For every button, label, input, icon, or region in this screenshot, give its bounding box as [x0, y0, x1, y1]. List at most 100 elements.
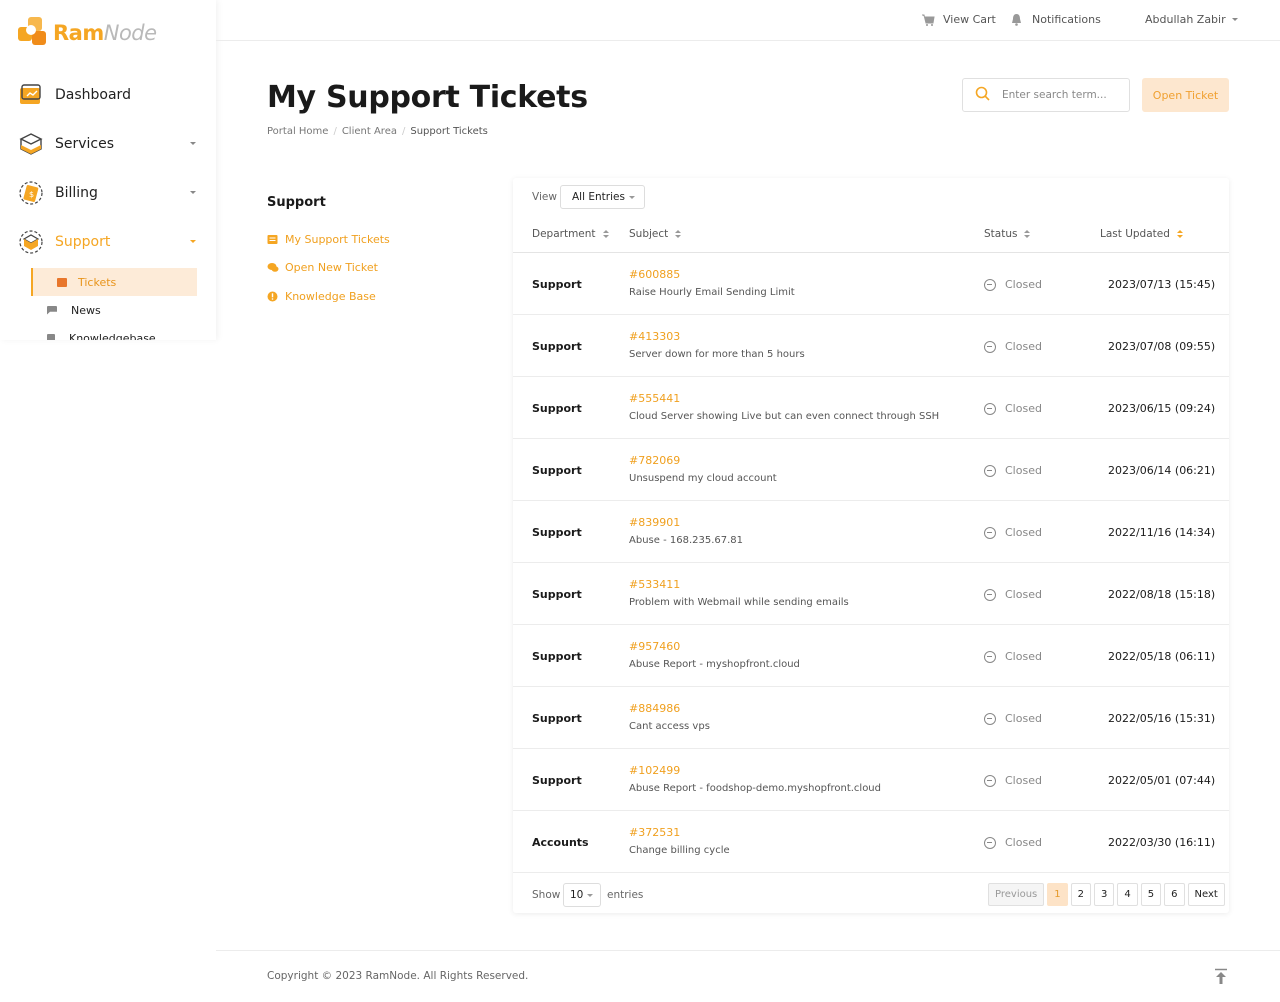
sidebar-item-support[interactable]: Support	[18, 227, 198, 257]
chevron-down-icon	[587, 894, 593, 897]
table-row[interactable]: Support #957460 Abuse Report - myshopfro…	[513, 625, 1229, 687]
chevron-down-icon	[190, 191, 196, 194]
logo-text: RamNode	[53, 21, 157, 45]
notifications-link[interactable]: Notifications	[1010, 13, 1101, 26]
status-badge: Closed	[984, 650, 1042, 663]
subnav-item-knowledgebase[interactable]: Knowledgebase	[31, 324, 197, 340]
top-bar: View Cart Notifications Abdullah Zabir	[216, 0, 1280, 41]
page-length-select[interactable]: 10	[563, 883, 601, 907]
support-icon	[18, 229, 44, 255]
status-badge: Closed	[984, 340, 1042, 353]
status-badge: Closed	[984, 774, 1042, 787]
sidebar-item-services[interactable]: Services	[18, 129, 198, 159]
ticket-id-link[interactable]: #533411	[629, 578, 680, 591]
minus-circle-icon	[984, 402, 996, 415]
table-row[interactable]: Support #600885 Raise Hourly Email Sendi…	[513, 253, 1229, 315]
status-badge: Closed	[984, 588, 1042, 601]
side-link-knowledge-base[interactable]: Knowledge Base	[267, 290, 376, 303]
sort-icon	[1176, 230, 1183, 238]
minus-circle-icon	[984, 712, 996, 725]
ticket-id-link[interactable]: #600885	[629, 268, 680, 281]
ticket-id-link[interactable]: #782069	[629, 454, 680, 467]
page-button-4[interactable]: 4	[1117, 883, 1138, 906]
ticket-id-link[interactable]: #413303	[629, 330, 680, 343]
page-button-6[interactable]: 6	[1164, 883, 1185, 906]
sort-icon	[1024, 230, 1031, 238]
table-row[interactable]: Support #102499 Abuse Report - foodshop-…	[513, 749, 1229, 811]
ticket-id-link[interactable]: #102499	[629, 764, 680, 777]
ticket-id-link[interactable]: #839901	[629, 516, 680, 529]
sidebar-item-billing[interactable]: $ Billing	[18, 178, 198, 208]
ticket-id-link[interactable]: #372531	[629, 826, 680, 839]
subnav-item-tickets[interactable]: Tickets	[31, 268, 197, 296]
minus-circle-icon	[984, 588, 996, 601]
table-row[interactable]: Support #884986 Cant access vps Closed 2…	[513, 687, 1229, 749]
search-icon	[975, 86, 990, 105]
status-badge: Closed	[984, 712, 1042, 725]
minus-circle-icon	[984, 340, 996, 353]
sidebar-item-dashboard[interactable]: Dashboard	[18, 80, 198, 110]
side-link-my-support-tickets[interactable]: My Support Tickets	[267, 233, 390, 246]
status-badge: Closed	[984, 278, 1042, 291]
dashboard-icon	[18, 82, 44, 108]
page-button-2[interactable]: 2	[1070, 883, 1092, 906]
ticket-id-link[interactable]: #555441	[629, 392, 680, 405]
inbox-icon	[57, 277, 67, 287]
ticket-list-icon	[267, 234, 278, 245]
copyright-text: Copyright © 2023 RamNode. All Rights Res…	[267, 970, 529, 982]
open-ticket-button[interactable]: Open Ticket	[1142, 78, 1229, 112]
column-header-subject[interactable]: Subject	[629, 228, 682, 240]
column-header-last-updated[interactable]: Last Updated	[1100, 228, 1183, 240]
minus-circle-icon	[984, 774, 996, 787]
sort-icon	[602, 230, 609, 238]
status-badge: Closed	[984, 464, 1042, 477]
page-title: My Support Tickets	[267, 80, 588, 115]
logo[interactable]: RamNode	[18, 17, 157, 49]
chevron-down-icon	[629, 196, 635, 199]
column-header-status[interactable]: Status	[984, 228, 1031, 240]
table-row[interactable]: Support #839901 Abuse - 168.235.67.81 Cl…	[513, 501, 1229, 563]
table-row[interactable]: Support #413303 Server down for more tha…	[513, 315, 1229, 377]
breadcrumb-portal-home[interactable]: Portal Home	[267, 126, 328, 137]
status-badge: Closed	[984, 836, 1042, 849]
search-box[interactable]	[962, 78, 1130, 112]
breadcrumb-separator: /	[333, 126, 337, 137]
page-button-3[interactable]: 3	[1094, 883, 1115, 906]
chevron-down-icon	[190, 240, 196, 243]
support-subnav: Tickets News Knowledgebase	[31, 268, 197, 340]
subnav-item-news[interactable]: News	[31, 296, 197, 324]
view-label: View	[532, 191, 557, 203]
ticket-id-link[interactable]: #957460	[629, 640, 680, 653]
user-menu[interactable]: Abdullah Zabir	[1145, 13, 1238, 26]
svg-text:$: $	[29, 190, 34, 199]
view-cart-link[interactable]: View Cart	[921, 13, 996, 26]
minus-circle-icon	[984, 278, 996, 291]
sidebar: RamNode Dashboard Services $ Billing Sup…	[0, 0, 216, 340]
table-row[interactable]: Support #533411 Problem with Webmail whi…	[513, 563, 1229, 625]
page-button-5[interactable]: 5	[1140, 883, 1162, 906]
ticket-id-link[interactable]: #884986	[629, 702, 680, 715]
page-button-1[interactable]: 1	[1047, 883, 1068, 906]
side-link-open-new-ticket[interactable]: Open New Ticket	[267, 261, 378, 274]
bell-icon	[1010, 13, 1023, 26]
table-row[interactable]: Support #782069 Unsuspend my cloud accou…	[513, 439, 1229, 501]
view-filter-select[interactable]: All Entries	[560, 185, 645, 209]
status-badge: Closed	[984, 402, 1042, 415]
ramnode-logo-icon	[18, 17, 50, 49]
table-row[interactable]: Support #555441 Cloud Server showing Liv…	[513, 377, 1229, 439]
breadcrumb-separator: /	[401, 126, 406, 137]
previous-page-button[interactable]: Previous	[988, 883, 1045, 906]
status-badge: Closed	[984, 526, 1042, 539]
support-panel-title: Support	[267, 195, 326, 210]
column-header-department[interactable]: Department	[532, 228, 609, 240]
back-to-top-icon[interactable]	[1214, 968, 1228, 985]
breadcrumb: Portal Home / Client Area / Support Tick…	[267, 126, 488, 137]
services-icon	[18, 131, 44, 157]
info-icon	[267, 291, 278, 302]
table-row[interactable]: Accounts #372531 Change billing cycle Cl…	[513, 811, 1229, 873]
breadcrumb-client-area[interactable]: Client Area	[342, 126, 397, 137]
sort-icon	[675, 230, 682, 238]
next-page-button[interactable]: Next	[1187, 883, 1225, 906]
search-input[interactable]	[1002, 89, 1122, 101]
show-label: Show	[532, 889, 561, 901]
